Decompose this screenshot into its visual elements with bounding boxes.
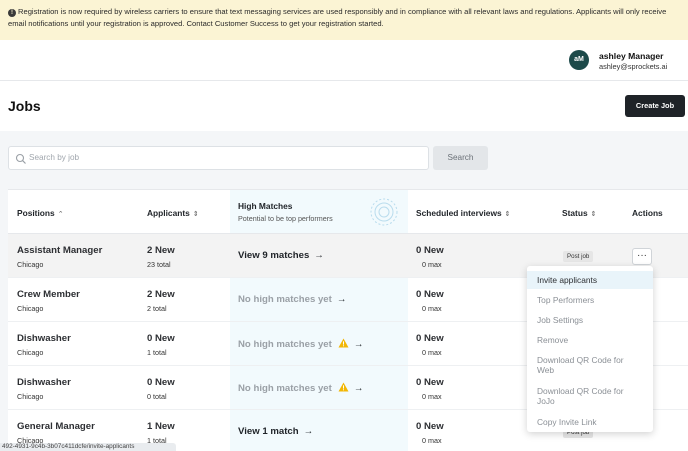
- table-header: Positions ⌃ Applicants ⇕ High Matches Pote…: [8, 190, 688, 234]
- interviews-max: 0 max: [422, 260, 442, 269]
- more-actions-button[interactable]: ···: [632, 248, 652, 265]
- banner-text: Registration is now required by wireless…: [8, 7, 667, 28]
- interviews-max: 0 max: [422, 392, 442, 401]
- menu-item-top-performers[interactable]: Top Performers: [527, 295, 653, 305]
- job-city: Chicago: [17, 392, 44, 401]
- avatar[interactable]: aM: [569, 50, 589, 70]
- job-city: Chicago: [17, 348, 44, 357]
- interviews-new: 0 New: [416, 333, 444, 344]
- applicants-new[interactable]: 1 New: [147, 421, 175, 432]
- user-name[interactable]: ashley Manager: [599, 51, 663, 61]
- applicants-new[interactable]: 2 New: [147, 289, 175, 300]
- page-title: Jobs: [8, 98, 41, 114]
- menu-item-invite-applicants[interactable]: Invite applicants: [527, 271, 653, 289]
- high-matches-subtitle: Potential to be top performers: [238, 214, 333, 223]
- applicants-total: 23 total: [147, 260, 171, 269]
- registration-banner: ! Registration is now required by wireles…: [0, 0, 688, 40]
- high-matches-link[interactable]: No high matches yet →: [238, 294, 346, 305]
- create-job-button[interactable]: Create Job: [625, 95, 685, 117]
- interviews-new: 0 New: [416, 377, 444, 388]
- search-button[interactable]: Search: [433, 146, 488, 170]
- interviews-max: 0 max: [422, 304, 442, 313]
- menu-item-job-settings[interactable]: Job Settings: [527, 315, 653, 325]
- actions-header: Actions: [632, 208, 663, 218]
- job-title[interactable]: Dishwasher: [17, 377, 71, 388]
- menu-item-remove[interactable]: Remove: [527, 335, 653, 345]
- job-title[interactable]: Assistant Manager: [17, 245, 102, 256]
- user-bar: aM ashley Manager ashley@sprockets.ai: [0, 40, 688, 81]
- warning-icon: [338, 338, 349, 348]
- applicants-new[interactable]: 0 New: [147, 333, 175, 344]
- view-matches-link[interactable]: View 1 match →: [238, 426, 313, 437]
- high-matches-header: High Matches: [238, 201, 293, 211]
- status-header[interactable]: Status ⇕: [562, 208, 596, 218]
- arrow-right-icon: →: [336, 294, 347, 305]
- post-job-button[interactable]: Post job: [563, 251, 594, 262]
- scheduled-header[interactable]: Scheduled interviews ⇕: [416, 208, 511, 218]
- search-icon: [15, 153, 26, 164]
- sort-icon[interactable]: ⇕: [591, 211, 597, 218]
- interviews-max: 0 max: [422, 348, 442, 357]
- interviews-new: 0 New: [416, 421, 444, 432]
- job-title[interactable]: General Manager: [17, 421, 95, 432]
- interviews-new: 0 New: [416, 289, 444, 300]
- info-circle-icon: !: [8, 9, 16, 17]
- row-actions-menu: Invite applicants Top Performers Job Set…: [527, 266, 653, 432]
- user-email: ashley@sprockets.ai: [599, 62, 668, 71]
- warning-icon: [338, 382, 349, 392]
- menu-item-download-qr-jojo[interactable]: Download QR Code for JoJo: [527, 386, 637, 406]
- interviews-max: 0 max: [422, 436, 442, 445]
- positions-header[interactable]: Positions ⌃: [17, 208, 64, 218]
- job-city: Chicago: [17, 304, 44, 313]
- arrow-right-icon: →: [303, 426, 314, 437]
- menu-item-copy-invite-link[interactable]: Copy Invite Link: [527, 417, 653, 427]
- job-city: Chicago: [17, 260, 44, 269]
- job-title[interactable]: Dishwasher: [17, 333, 71, 344]
- view-matches-link[interactable]: View 9 matches →: [238, 250, 324, 261]
- applicants-header[interactable]: Applicants ⇕: [147, 208, 199, 218]
- arrow-right-icon: →: [314, 250, 324, 261]
- badge-logo-icon: [370, 198, 398, 226]
- high-matches-link[interactable]: No high matches yet →: [238, 382, 363, 394]
- search-input[interactable]: Search by job: [8, 146, 429, 170]
- arrow-right-icon: →: [353, 383, 364, 394]
- job-title[interactable]: Crew Member: [17, 289, 80, 300]
- high-matches-link[interactable]: No high matches yet →: [238, 338, 363, 350]
- sort-icon[interactable]: ⇕: [505, 211, 511, 218]
- menu-item-download-qr-web[interactable]: Download QR Code for Web: [527, 355, 637, 375]
- status-url-bar: 492-4931-9c4b-3b07c411dcfe/invite-applic…: [0, 443, 176, 451]
- applicants-new[interactable]: 0 New: [147, 377, 175, 388]
- applicants-new[interactable]: 2 New: [147, 245, 175, 256]
- arrow-right-icon: →: [353, 339, 364, 350]
- applicants-total: 2 total: [147, 304, 167, 313]
- interviews-new: 0 New: [416, 245, 444, 256]
- sort-icon[interactable]: ⇕: [193, 211, 199, 218]
- search-placeholder: Search by job: [29, 153, 80, 162]
- applicants-total: 0 total: [147, 392, 167, 401]
- applicants-total: 1 total: [147, 348, 167, 357]
- sort-asc-icon[interactable]: ⌃: [58, 211, 64, 218]
